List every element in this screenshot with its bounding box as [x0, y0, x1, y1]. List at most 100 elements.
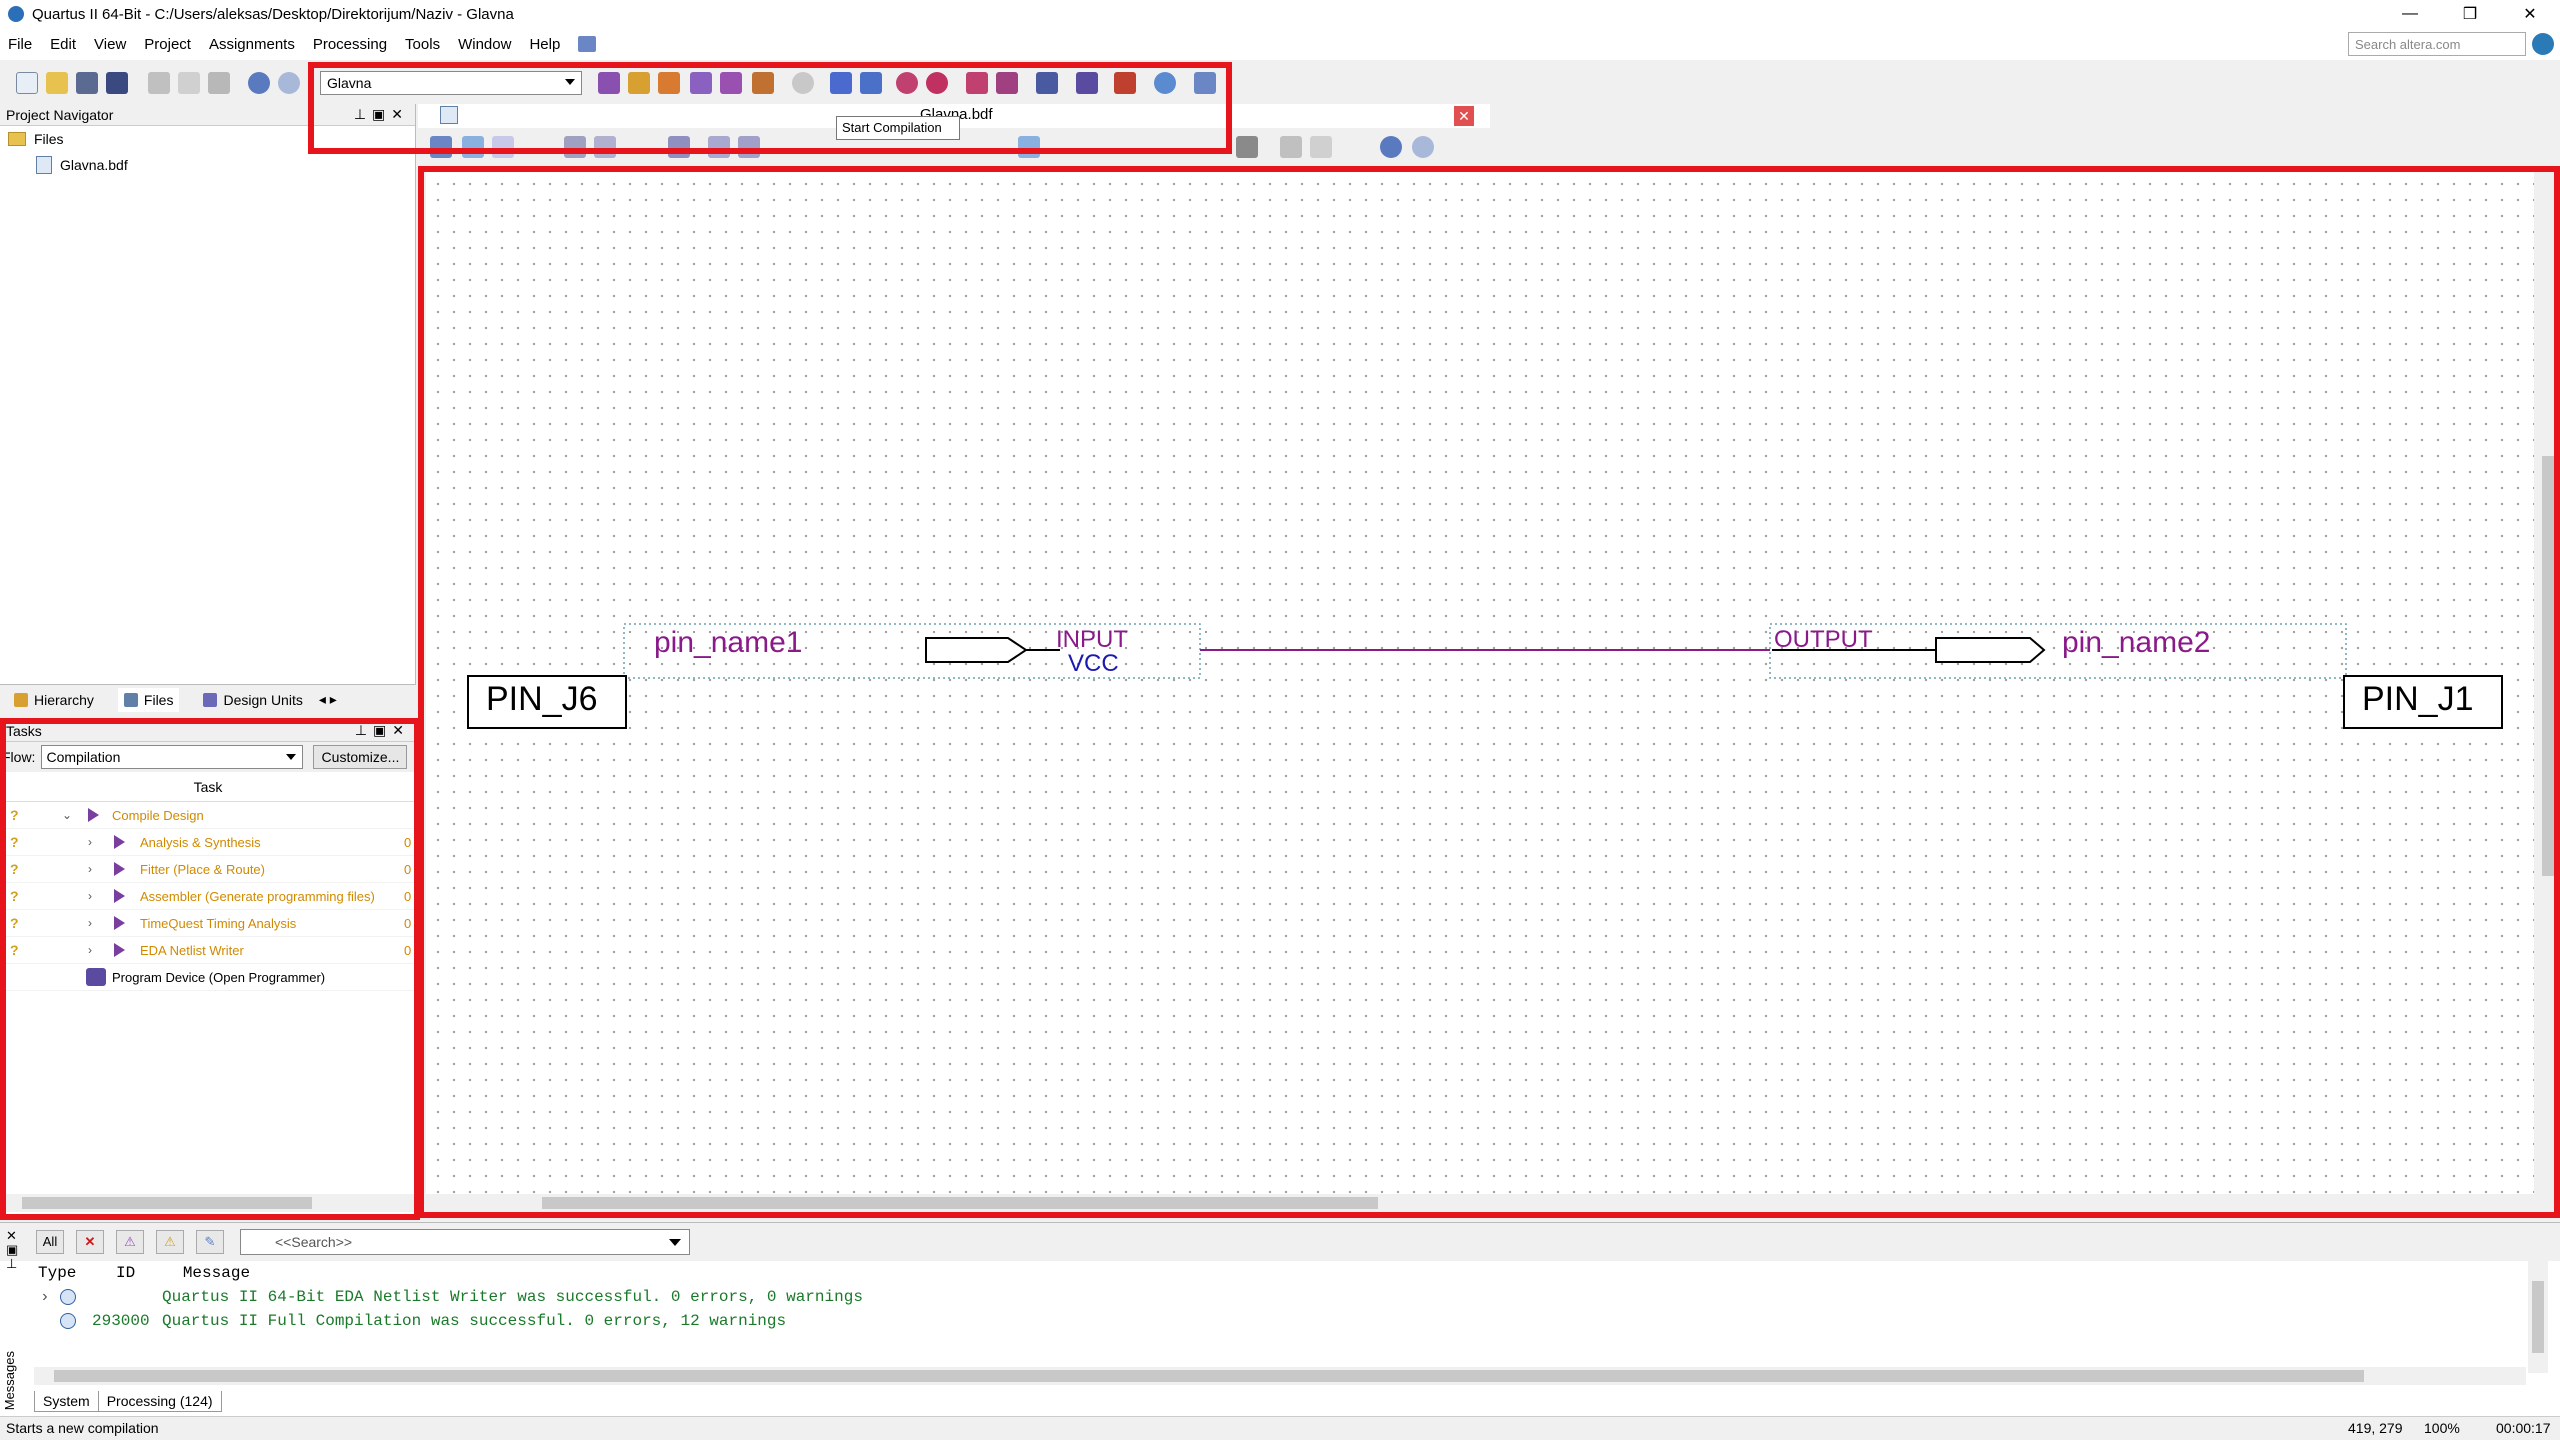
print-icon[interactable]: [1236, 136, 1258, 158]
cut-icon[interactable]: [1280, 136, 1302, 158]
minimize-button[interactable]: —: [2380, 0, 2440, 28]
paste-icon[interactable]: [208, 72, 230, 94]
design-partition-icon[interactable]: [752, 72, 774, 94]
play-icon[interactable]: [88, 808, 99, 822]
redo-icon[interactable]: [1412, 136, 1434, 158]
critical-warning-filter-icon[interactable]: ⚠: [116, 1230, 144, 1254]
canvas-vertical-scrollbar[interactable]: [2538, 172, 2558, 1196]
menu-processing[interactable]: Processing: [313, 36, 387, 53]
detach-window-icon[interactable]: [430, 136, 452, 158]
col-message[interactable]: Message: [183, 1264, 250, 1282]
suppressed-filter-icon[interactable]: ✎: [196, 1230, 224, 1254]
expand-down-icon[interactable]: ⌄: [62, 808, 72, 822]
save-all-icon[interactable]: [106, 72, 128, 94]
task-row-eda-netlist[interactable]: ? › EDA Netlist Writer 0: [0, 937, 416, 964]
programmer-icon[interactable]: [86, 968, 106, 986]
netlist-viewer-icon[interactable]: [996, 72, 1018, 94]
schematic-canvas[interactable]: pin_name1 INPUT VCC OUTPUT pin_name2 PIN…: [426, 172, 2558, 1212]
expand-right-icon[interactable]: ›: [40, 1285, 50, 1309]
revision-select[interactable]: Glavna: [320, 71, 582, 95]
col-type[interactable]: Type: [38, 1264, 76, 1282]
help-topic-icon[interactable]: [578, 36, 597, 52]
compiler-tool-icon[interactable]: [598, 72, 620, 94]
whats-this-icon[interactable]: [1194, 72, 1216, 94]
rtl-viewer-icon[interactable]: [966, 72, 988, 94]
message-row[interactable]: 293000 Quartus II Full Compilation was s…: [0, 1309, 2560, 1333]
cut-icon[interactable]: [148, 72, 170, 94]
expand-right-icon[interactable]: ›: [88, 943, 92, 957]
scrollbar-thumb[interactable]: [542, 1197, 1378, 1209]
messages-horizontal-scrollbar[interactable]: [34, 1367, 2526, 1385]
task-column-header[interactable]: Task: [0, 772, 416, 802]
search-altera-input[interactable]: Search altera.com: [2348, 32, 2526, 56]
help-icon[interactable]: [1154, 72, 1176, 94]
panel-controls[interactable]: ⊥▣✕: [354, 106, 409, 123]
play-icon[interactable]: [114, 889, 125, 903]
undo-icon[interactable]: [1380, 136, 1402, 158]
redo-icon[interactable]: [278, 72, 300, 94]
signaltap-icon[interactable]: [1076, 72, 1098, 94]
orthogonal-node-tool-icon[interactable]: [708, 136, 730, 158]
globe-icon[interactable]: [2532, 33, 2554, 55]
warning-filter-icon[interactable]: ⚠: [156, 1230, 184, 1254]
undo-icon[interactable]: [248, 72, 270, 94]
task-row-program-device[interactable]: Program Device (Open Programmer): [0, 964, 416, 991]
programmer-icon[interactable]: [1036, 72, 1058, 94]
restore-button[interactable]: ❒: [2440, 0, 2500, 28]
input-pin-name[interactable]: pin_name1: [654, 626, 802, 660]
text-tool-icon[interactable]: [564, 136, 586, 158]
menu-help[interactable]: Help: [529, 36, 560, 53]
chip-planner-icon[interactable]: [720, 72, 742, 94]
timequest-icon[interactable]: [926, 72, 948, 94]
copy-icon[interactable]: [1310, 136, 1332, 158]
error-filter-icon[interactable]: ✕: [76, 1230, 104, 1254]
tree-file-glavna[interactable]: Glavna.bdf: [0, 152, 415, 178]
pin-tool-icon[interactable]: [668, 136, 690, 158]
message-row[interactable]: › Quartus II 64-Bit EDA Netlist Writer w…: [0, 1285, 2560, 1309]
menu-file[interactable]: File: [8, 36, 32, 53]
save-icon[interactable]: [76, 72, 98, 94]
play-icon[interactable]: [114, 835, 125, 849]
play-icon[interactable]: [114, 862, 125, 876]
messages-vertical-scrollbar[interactable]: [2528, 1261, 2548, 1373]
task-row-fitter[interactable]: ? › Fitter (Place & Route) 0: [0, 856, 416, 883]
tree-folder-files[interactable]: Files: [0, 126, 415, 152]
expand-right-icon[interactable]: ›: [88, 889, 92, 903]
settings-icon[interactable]: [690, 72, 712, 94]
scrollbar-thumb[interactable]: [22, 1197, 312, 1209]
play-icon[interactable]: [114, 916, 125, 930]
expand-right-icon[interactable]: ›: [88, 862, 92, 876]
tab-processing[interactable]: Processing (124): [97, 1391, 222, 1412]
menu-project[interactable]: Project: [144, 36, 191, 53]
messages-panel-controls[interactable]: ✕ ▣ ⊥: [6, 1229, 18, 1271]
tab-design-units[interactable]: Design Units: [203, 692, 303, 708]
assignment-editor-icon[interactable]: [628, 72, 650, 94]
tab-hierarchy[interactable]: Hierarchy: [14, 692, 94, 708]
analysis-synthesis-icon[interactable]: [860, 72, 882, 94]
open-folder-icon[interactable]: [46, 72, 68, 94]
close-document-button[interactable]: ✕: [1454, 106, 1474, 126]
stop-processing-icon[interactable]: [792, 72, 814, 94]
customize-button[interactable]: Customize...: [313, 745, 408, 769]
zoom-tool-icon[interactable]: [492, 136, 514, 158]
tabs-scroll-arrows[interactable]: ◂ ▸: [319, 691, 337, 708]
orthogonal-bus-tool-icon[interactable]: [738, 136, 760, 158]
tab-files[interactable]: Files: [117, 687, 180, 712]
task-row-compile-design[interactable]: ? ⌄ Compile Design: [0, 802, 416, 829]
play-icon[interactable]: [114, 943, 125, 957]
task-row-assembler[interactable]: ? › Assembler (Generate programming file…: [0, 883, 416, 910]
menu-assignments[interactable]: Assignments: [209, 36, 295, 53]
task-row-analysis-synthesis[interactable]: ? › Analysis & Synthesis 0: [0, 829, 416, 856]
scrollbar-thumb[interactable]: [54, 1370, 2364, 1382]
chip-editor-icon[interactable]: [1114, 72, 1136, 94]
flow-select[interactable]: Compilation: [41, 745, 304, 769]
task-row-timequest[interactable]: ? › TimeQuest Timing Analysis 0: [0, 910, 416, 937]
filter-all-button[interactable]: All: [36, 1230, 64, 1254]
pin-planner-icon[interactable]: [658, 72, 680, 94]
timing-analyzer-icon[interactable]: [896, 72, 918, 94]
tasks-horizontal-scrollbar[interactable]: [0, 1194, 414, 1212]
scrollbar-thumb[interactable]: [2532, 1281, 2544, 1353]
message-search-input[interactable]: <<Search>>: [240, 1229, 690, 1255]
menu-tools[interactable]: Tools: [405, 36, 440, 53]
copy-icon[interactable]: [178, 72, 200, 94]
